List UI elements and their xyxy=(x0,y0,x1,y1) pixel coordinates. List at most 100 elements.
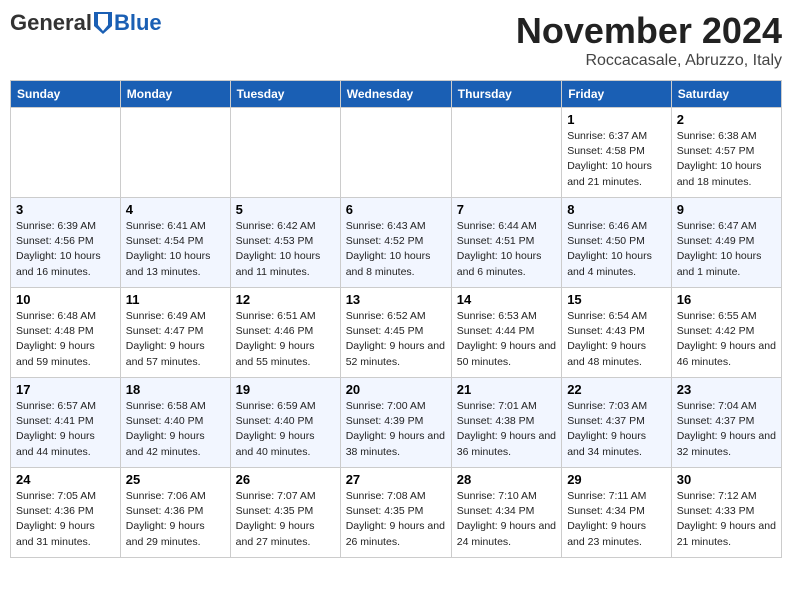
day-info: Sunrise: 6:49 AM Sunset: 4:47 PM Dayligh… xyxy=(126,309,225,370)
day-number: 14 xyxy=(457,292,556,307)
day-number: 25 xyxy=(126,472,225,487)
day-number: 7 xyxy=(457,202,556,217)
day-info: Sunrise: 6:51 AM Sunset: 4:46 PM Dayligh… xyxy=(236,309,335,370)
day-header-tuesday: Tuesday xyxy=(230,81,340,108)
day-number: 23 xyxy=(677,382,776,397)
day-header-friday: Friday xyxy=(562,81,672,108)
calendar-cell: 30 Sunrise: 7:12 AM Sunset: 4:33 PM Dayli… xyxy=(671,468,781,558)
day-number: 11 xyxy=(126,292,225,307)
month-title: November 2024 xyxy=(516,10,782,52)
calendar-cell: 28Sunrise: 7:10 AM Sunset: 4:34 PM Dayli… xyxy=(451,468,561,558)
logo-general-text: General xyxy=(10,10,92,36)
day-number: 1 xyxy=(567,112,666,127)
day-number: 15 xyxy=(567,292,666,307)
day-info: Sunrise: 7:12 AM Sunset: 4:33 PM Dayligh… xyxy=(677,489,776,550)
logo-blue-text: Blue xyxy=(114,10,162,36)
title-block: November 2024 Roccacasale, Abruzzo, Ital… xyxy=(516,10,782,70)
calendar-cell: 25 Sunrise: 7:06 AM Sunset: 4:36 PM Dayli… xyxy=(120,468,230,558)
calendar-week-3: 10 Sunrise: 6:48 AM Sunset: 4:48 PM Dayli… xyxy=(11,288,782,378)
day-info: Sunrise: 6:37 AM Sunset: 4:58 PM Dayligh… xyxy=(567,129,666,190)
calendar-week-5: 24 Sunrise: 7:05 AM Sunset: 4:36 PM Dayli… xyxy=(11,468,782,558)
day-number: 21 xyxy=(457,382,556,397)
calendar-cell: 12Sunrise: 6:51 AM Sunset: 4:46 PM Dayli… xyxy=(230,288,340,378)
calendar-cell: 5Sunrise: 6:42 AM Sunset: 4:53 PM Daylig… xyxy=(230,198,340,288)
calendar-cell: 11 Sunrise: 6:49 AM Sunset: 4:47 PM Dayli… xyxy=(120,288,230,378)
day-number: 26 xyxy=(236,472,335,487)
day-number: 9 xyxy=(677,202,776,217)
day-info: Sunrise: 7:03 AM Sunset: 4:37 PM Dayligh… xyxy=(567,399,666,460)
logo-icon xyxy=(94,12,112,34)
calendar-cell: 22 Sunrise: 7:03 AM Sunset: 4:37 PM Dayli… xyxy=(562,378,672,468)
calendar-cell: 24 Sunrise: 7:05 AM Sunset: 4:36 PM Dayli… xyxy=(11,468,121,558)
day-header-sunday: Sunday xyxy=(11,81,121,108)
calendar-cell: 2 Sunrise: 6:38 AM Sunset: 4:57 PM Daylig… xyxy=(671,108,781,198)
calendar-cell: 23 Sunrise: 7:04 AM Sunset: 4:37 PM Dayli… xyxy=(671,378,781,468)
calendar-cell xyxy=(11,108,121,198)
calendar-week-1: 1 Sunrise: 6:37 AM Sunset: 4:58 PM Daylig… xyxy=(11,108,782,198)
calendar-cell: 3Sunrise: 6:39 AM Sunset: 4:56 PM Daylig… xyxy=(11,198,121,288)
calendar-cell: 16Sunrise: 6:55 AM Sunset: 4:42 PM Dayli… xyxy=(671,288,781,378)
calendar-cell: 14Sunrise: 6:53 AM Sunset: 4:44 PM Dayli… xyxy=(451,288,561,378)
day-number: 18 xyxy=(126,382,225,397)
day-number: 4 xyxy=(126,202,225,217)
day-info: Sunrise: 6:38 AM Sunset: 4:57 PM Dayligh… xyxy=(677,129,776,190)
day-info: Sunrise: 6:43 AM Sunset: 4:52 PM Dayligh… xyxy=(346,219,446,280)
day-info: Sunrise: 6:58 AM Sunset: 4:40 PM Dayligh… xyxy=(126,399,225,460)
calendar-cell xyxy=(451,108,561,198)
day-info: Sunrise: 6:48 AM Sunset: 4:48 PM Dayligh… xyxy=(16,309,115,370)
calendar-cell: 9 Sunrise: 6:47 AM Sunset: 4:49 PM Daylig… xyxy=(671,198,781,288)
day-number: 17 xyxy=(16,382,115,397)
calendar-table: SundayMondayTuesdayWednesdayThursdayFrid… xyxy=(10,80,782,558)
day-info: Sunrise: 6:52 AM Sunset: 4:45 PM Dayligh… xyxy=(346,309,446,370)
calendar-cell: 10 Sunrise: 6:48 AM Sunset: 4:48 PM Dayli… xyxy=(11,288,121,378)
page-header: General Blue November 2024 Roccacasale, … xyxy=(10,10,782,70)
day-number: 19 xyxy=(236,382,335,397)
day-info: Sunrise: 6:41 AM Sunset: 4:54 PM Dayligh… xyxy=(126,219,225,280)
day-number: 2 xyxy=(677,112,776,127)
day-info: Sunrise: 7:06 AM Sunset: 4:36 PM Dayligh… xyxy=(126,489,225,550)
day-header-monday: Monday xyxy=(120,81,230,108)
calendar-cell: 1 Sunrise: 6:37 AM Sunset: 4:58 PM Daylig… xyxy=(562,108,672,198)
day-info: Sunrise: 7:01 AM Sunset: 4:38 PM Dayligh… xyxy=(457,399,556,460)
day-info: Sunrise: 7:05 AM Sunset: 4:36 PM Dayligh… xyxy=(16,489,115,550)
calendar-cell xyxy=(120,108,230,198)
calendar-cell xyxy=(340,108,451,198)
day-info: Sunrise: 6:54 AM Sunset: 4:43 PM Dayligh… xyxy=(567,309,666,370)
calendar-cell: 7 Sunrise: 6:44 AM Sunset: 4:51 PM Daylig… xyxy=(451,198,561,288)
day-info: Sunrise: 7:07 AM Sunset: 4:35 PM Dayligh… xyxy=(236,489,335,550)
day-number: 29 xyxy=(567,472,666,487)
day-number: 28 xyxy=(457,472,556,487)
calendar-cell: 18 Sunrise: 6:58 AM Sunset: 4:40 PM Dayli… xyxy=(120,378,230,468)
day-info: Sunrise: 6:39 AM Sunset: 4:56 PM Dayligh… xyxy=(16,219,115,280)
calendar-cell: 19Sunrise: 6:59 AM Sunset: 4:40 PM Dayli… xyxy=(230,378,340,468)
day-info: Sunrise: 7:11 AM Sunset: 4:34 PM Dayligh… xyxy=(567,489,666,550)
day-number: 8 xyxy=(567,202,666,217)
day-info: Sunrise: 6:57 AM Sunset: 4:41 PM Dayligh… xyxy=(16,399,115,460)
day-number: 5 xyxy=(236,202,335,217)
calendar-cell: 29 Sunrise: 7:11 AM Sunset: 4:34 PM Dayli… xyxy=(562,468,672,558)
day-number: 22 xyxy=(567,382,666,397)
day-info: Sunrise: 6:47 AM Sunset: 4:49 PM Dayligh… xyxy=(677,219,776,280)
day-number: 6 xyxy=(346,202,446,217)
calendar-cell: 4 Sunrise: 6:41 AM Sunset: 4:54 PM Daylig… xyxy=(120,198,230,288)
logo: General Blue xyxy=(10,10,162,36)
day-number: 27 xyxy=(346,472,446,487)
day-number: 16 xyxy=(677,292,776,307)
day-number: 24 xyxy=(16,472,115,487)
calendar-cell: 8 Sunrise: 6:46 AM Sunset: 4:50 PM Daylig… xyxy=(562,198,672,288)
calendar-cell: 21 Sunrise: 7:01 AM Sunset: 4:38 PM Dayli… xyxy=(451,378,561,468)
calendar-cell: 17 Sunrise: 6:57 AM Sunset: 4:41 PM Dayli… xyxy=(11,378,121,468)
calendar-cell: 6 Sunrise: 6:43 AM Sunset: 4:52 PM Daylig… xyxy=(340,198,451,288)
day-info: Sunrise: 6:44 AM Sunset: 4:51 PM Dayligh… xyxy=(457,219,556,280)
calendar-cell: 26 Sunrise: 7:07 AM Sunset: 4:35 PM Dayli… xyxy=(230,468,340,558)
day-info: Sunrise: 7:04 AM Sunset: 4:37 PM Dayligh… xyxy=(677,399,776,460)
calendar-cell: 27Sunrise: 7:08 AM Sunset: 4:35 PM Dayli… xyxy=(340,468,451,558)
calendar-cell: 13Sunrise: 6:52 AM Sunset: 4:45 PM Dayli… xyxy=(340,288,451,378)
day-header-thursday: Thursday xyxy=(451,81,561,108)
day-number: 10 xyxy=(16,292,115,307)
day-number: 30 xyxy=(677,472,776,487)
location-text: Roccacasale, Abruzzo, Italy xyxy=(516,52,782,70)
day-info: Sunrise: 6:46 AM Sunset: 4:50 PM Dayligh… xyxy=(567,219,666,280)
calendar-cell: 20Sunrise: 7:00 AM Sunset: 4:39 PM Dayli… xyxy=(340,378,451,468)
calendar-week-4: 17 Sunrise: 6:57 AM Sunset: 4:41 PM Dayli… xyxy=(11,378,782,468)
